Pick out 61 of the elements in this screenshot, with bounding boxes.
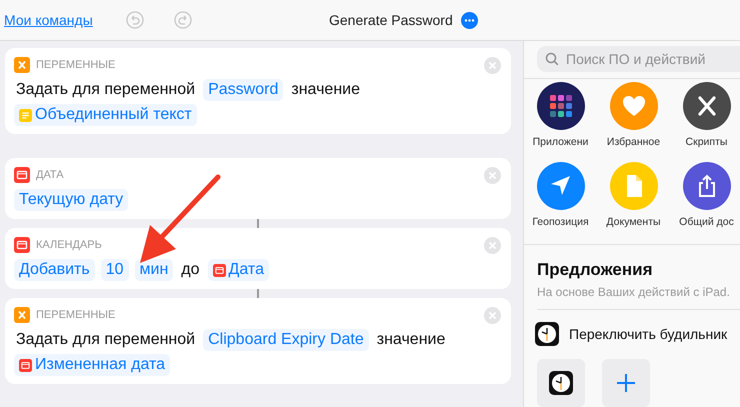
parameter-token[interactable]: Clipboard Expiry Date: [203, 329, 369, 351]
category-label: Общий дос: [679, 216, 734, 228]
more-icon[interactable]: [461, 12, 478, 29]
action-category: КАЛЕНДАРЬ: [36, 239, 102, 251]
action-text: Задать для переменной: [15, 330, 196, 350]
action-text: Задать для переменной: [15, 80, 196, 100]
parameter-token[interactable]: мин: [134, 259, 174, 281]
variable-icon: [14, 57, 30, 73]
text-icon: [19, 108, 32, 122]
action-card[interactable]: ПЕРЕМЕННЫЕ Задать для переменной Clipboard Expiry Date значение Измененная дата: [5, 298, 511, 384]
close-icon[interactable]: [484, 167, 501, 184]
category-item[interactable]: Геопозиция: [524, 162, 597, 240]
back-link[interactable]: Мои команды: [4, 12, 93, 28]
action-category: ПЕРЕМЕННЫЕ: [36, 59, 116, 71]
add-tile[interactable]: [602, 359, 650, 407]
suggestion-tile[interactable]: [537, 359, 585, 407]
variable-icon: [14, 307, 30, 323]
category-item[interactable]: Избранное: [597, 82, 670, 160]
action-text: до: [180, 260, 201, 280]
variable-token[interactable]: Измененная дата: [14, 354, 170, 376]
calendar-icon: [14, 167, 30, 183]
variable-token[interactable]: Объединенный текст: [14, 104, 197, 126]
close-icon[interactable]: [484, 57, 501, 74]
action-category: ДАТА: [36, 169, 64, 181]
app-grid-icon: [548, 93, 574, 120]
parameter-token[interactable]: 10: [100, 259, 129, 281]
suggestion-label[interactable]: Переключить будильник: [569, 326, 728, 342]
clock-icon: [549, 371, 573, 395]
close-icon[interactable]: [484, 307, 501, 324]
action-category: ПЕРЕМЕННЫЕ: [36, 309, 116, 321]
section-subtitle: На основе Ваших действий с iPad.: [537, 285, 731, 300]
parameter-token[interactable]: Добавить: [14, 259, 95, 281]
category-item[interactable]: Общий дос: [670, 162, 740, 240]
action-card[interactable]: ДАТА Текущую дату: [5, 158, 511, 219]
action-text: значение: [290, 80, 361, 100]
search-field[interactable]: Поиск ПО и действий: [537, 46, 740, 72]
redo-icon[interactable]: [174, 11, 192, 29]
variable-token[interactable]: Дата: [208, 259, 269, 281]
category-label: Избранное: [606, 136, 660, 148]
category-item[interactable]: Приложени: [524, 82, 597, 160]
category-label: Скрипты: [686, 136, 728, 148]
action-card[interactable]: КАЛЕНДАРЬ Добавить 10 мин до Дата: [5, 228, 511, 289]
category-item[interactable]: Скрипты: [670, 82, 740, 160]
calendar-icon: [212, 264, 226, 276]
calendar-icon: [19, 358, 32, 372]
parameter-token[interactable]: Текущую дату: [14, 189, 128, 211]
search-icon: [545, 52, 559, 66]
action-card[interactable]: ПЕРЕМЕННЫЕ Задать для переменной Password значение Объединенный текст: [5, 48, 511, 134]
calendar-icon: [14, 237, 30, 253]
category-label: Геопозиция: [532, 216, 589, 228]
clock-icon: [535, 322, 559, 346]
shortcut-title: Generate Password: [329, 12, 453, 28]
category-label: Приложени: [532, 136, 588, 148]
undo-icon[interactable]: [126, 11, 144, 29]
category-item[interactable]: Документы: [597, 162, 670, 240]
section-title: Предложения: [537, 260, 654, 280]
close-icon[interactable]: [484, 237, 501, 254]
parameter-token[interactable]: Password: [203, 79, 284, 101]
category-label: Документы: [606, 216, 661, 228]
plus-icon: [616, 373, 636, 393]
action-text: значение: [376, 330, 446, 350]
